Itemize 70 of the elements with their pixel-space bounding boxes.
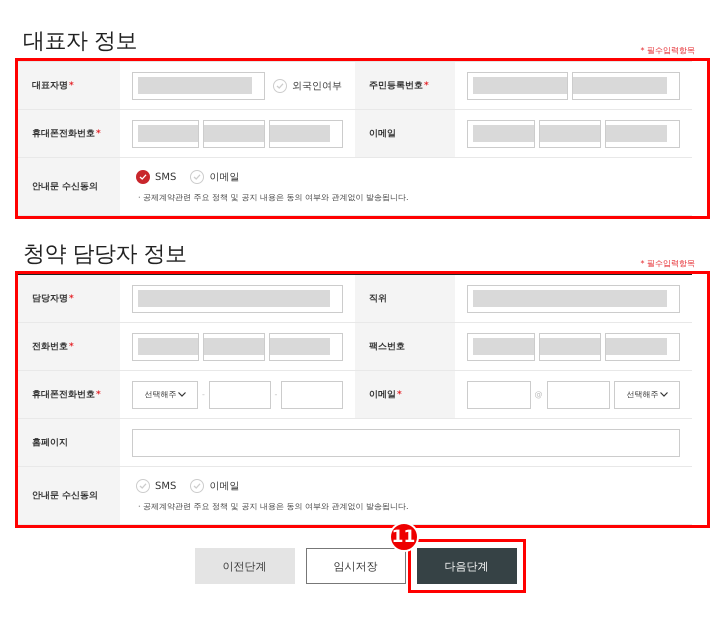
input-field[interactable] — [605, 332, 680, 360]
input-field[interactable] — [467, 380, 530, 408]
input-field[interactable] — [269, 332, 343, 360]
input-field[interactable] — [605, 120, 680, 148]
step-badge: 11 — [388, 522, 418, 552]
input-field[interactable] — [203, 332, 265, 360]
input-field[interactable] — [132, 428, 680, 456]
checkbox-label: 외국인여부 — [292, 80, 342, 92]
required-mark: * — [69, 342, 74, 352]
required-mark: * — [96, 390, 101, 400]
separator-text: - — [202, 390, 205, 399]
step-button[interactable]: 임시저장 — [306, 548, 406, 584]
check-icon — [193, 482, 202, 490]
field-label: 홈페이지 — [32, 437, 68, 449]
input-field[interactable] — [203, 120, 265, 148]
input-field[interactable] — [281, 380, 343, 408]
check-icon — [139, 173, 147, 181]
checkbox-label: SMS — [155, 172, 176, 182]
required-mark: * — [69, 294, 74, 304]
field-label: 안내문 수신동의 — [32, 181, 98, 193]
section-title: 청약 담당자 정보 — [23, 241, 186, 269]
input-field[interactable] — [132, 120, 199, 148]
step-button[interactable]: 다음단계 — [416, 548, 516, 584]
input-field[interactable] — [269, 120, 343, 148]
checkbox-label: 이메일 — [209, 171, 240, 184]
input-field[interactable] — [132, 72, 265, 100]
notice-text: · 공제계약관련 주요 정책 및 공지 내용은 동의 여부와 관계없이 발송됩니다. — [137, 192, 410, 203]
required-note: * 필수입력항목 — [640, 45, 695, 56]
required-note: * 필수입력항목 — [640, 258, 695, 269]
step-button[interactable]: 이전단계 — [194, 548, 294, 584]
field-label: 주민등록번호 — [369, 80, 423, 92]
check-icon — [139, 482, 147, 490]
section-title: 대표자 정보 — [23, 28, 137, 56]
checkbox-label: 이메일 — [209, 480, 240, 493]
notice-text: · 공제계약관련 주요 정책 및 공지 내용은 동의 여부와 관계없이 발송됩니다. — [137, 501, 410, 512]
separator-text: @ — [534, 390, 542, 399]
input-field[interactable] — [132, 332, 199, 360]
field-label: 팩스번호 — [369, 341, 405, 353]
caret-icon — [178, 392, 186, 397]
input-field[interactable] — [467, 332, 535, 360]
input-field[interactable] — [208, 380, 270, 408]
field-label: 휴대폰전화번호 — [32, 389, 95, 401]
required-mark: * — [397, 390, 402, 400]
input-field[interactable] — [546, 380, 610, 408]
input-field[interactable] — [572, 72, 680, 100]
input-field[interactable] — [538, 332, 602, 360]
required-mark: * — [96, 128, 101, 138]
required-mark: * — [69, 80, 74, 90]
field-label: 이메일 — [369, 128, 396, 140]
caret-icon — [660, 392, 668, 397]
input-field[interactable] — [132, 284, 343, 312]
checkbox-label: SMS — [155, 480, 176, 492]
field-label: 이메일 — [369, 389, 396, 401]
input-field[interactable] — [467, 284, 680, 312]
input-field[interactable] — [467, 120, 535, 148]
input-field[interactable] — [538, 120, 602, 148]
input-field[interactable] — [467, 72, 568, 100]
field-label: 직위 — [369, 293, 387, 305]
required-mark: * — [424, 80, 429, 90]
field-label: 전화번호 — [32, 341, 68, 353]
checkbox[interactable] — [136, 170, 150, 184]
field-label: 휴대폰전화번호 — [32, 128, 95, 140]
select-dropdown[interactable]: 선택해주 — [132, 380, 198, 408]
separator-text: - — [274, 390, 278, 399]
field-label: 안내문 수신동의 — [32, 490, 98, 502]
field-label: 대표자명 — [32, 80, 68, 92]
check-icon — [276, 82, 284, 90]
check-icon — [193, 173, 202, 181]
field-label: 담당자명 — [32, 293, 68, 305]
select-dropdown[interactable]: 선택해주 — [614, 380, 680, 408]
